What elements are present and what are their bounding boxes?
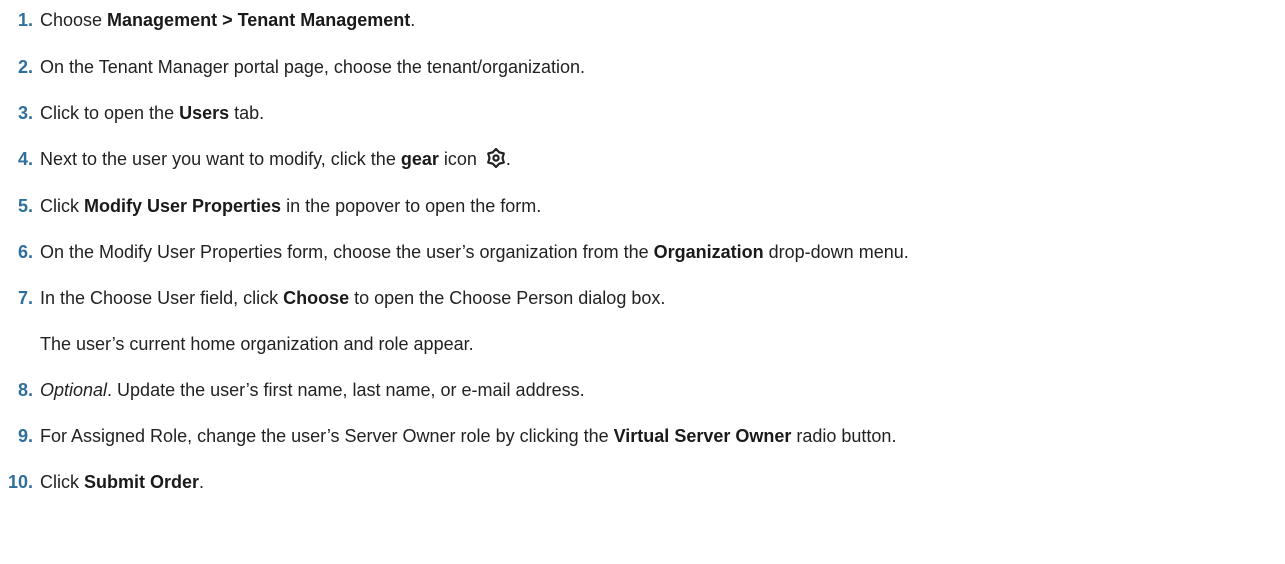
step-text: In the Choose User field, click Choose t… (40, 287, 665, 309)
step-text-fragment: Click (40, 472, 84, 492)
step-number: 2. (17, 57, 33, 77)
step-text-fragment: radio button. (791, 426, 897, 446)
step-text-fragment: to open the Choose Person dialog box. (349, 288, 666, 308)
step-text-fragment: Click to open the (40, 103, 180, 123)
step-emphasis: Modify User Properties (84, 196, 282, 216)
gear-icon (486, 147, 506, 173)
step-emphasis: gear (400, 149, 439, 169)
step-text-fragment: . Update the user’s first name, last nam… (107, 380, 585, 400)
step-text-fragment: . (410, 10, 416, 30)
step-emphasis: Submit Order (84, 472, 200, 492)
step-text-fragment: in the popover to open the form. (281, 196, 542, 216)
step-number: 1. (17, 10, 33, 30)
step-text: On the Modify User Properties form, choo… (40, 241, 909, 263)
step-note: The user’s current home organization and… (40, 334, 474, 354)
step-emphasis: Organization (653, 242, 764, 262)
step-text: Click Modify User Properties in the popo… (40, 195, 541, 217)
step-number: 3. (17, 103, 33, 123)
step-text-fragment: Choose (40, 10, 108, 30)
step-number: 9. (17, 426, 33, 446)
step-text-fragment: On the Tenant Manager portal page, choos… (40, 57, 586, 77)
step-text-fragment: icon (438, 149, 482, 169)
step-italic: Optional (40, 380, 108, 400)
step-text-fragment: On the Modify User Properties form, choo… (40, 242, 654, 262)
step-text: On the Tenant Manager portal page, choos… (40, 56, 585, 78)
step-number: 5. (17, 196, 33, 216)
step-number: 6. (17, 242, 33, 262)
step-number: 10. (7, 472, 33, 492)
step-number: 7. (17, 288, 33, 308)
step-text-fragment: For Assigned Role, change the user’s Ser… (40, 426, 614, 446)
step-text-fragment: Click (40, 196, 84, 216)
step-emphasis: Choose (283, 288, 350, 308)
step-emphasis: Virtual Server Owner (613, 426, 792, 446)
step-text-fragment: drop-down menu. (763, 242, 909, 262)
step-text-fragment: . (199, 472, 205, 492)
step-text: Next to the user you want to modify, cli… (40, 147, 511, 173)
step-text: Click Submit Order. (40, 471, 204, 493)
step-text-fragment: . (505, 149, 511, 169)
step-text: Optional. Update the user’s first name, … (40, 379, 585, 401)
procedure-steps: 1. Choose Management > Tenant Management.… (0, 0, 1285, 564)
step-emphasis: Users (179, 103, 230, 123)
step-text-fragment: In the Choose User field, click (40, 288, 284, 308)
step-number: 4. (17, 149, 33, 169)
step-emphasis: Management > Tenant Management (107, 10, 411, 30)
step-text: Click to open the Users tab. (40, 102, 264, 124)
step-number: 8. (17, 380, 33, 400)
step-text: For Assigned Role, change the user’s Ser… (40, 425, 896, 447)
step-text-fragment: Next to the user you want to modify, cli… (40, 149, 401, 169)
step-text-fragment: tab. (229, 103, 265, 123)
step-text: Choose Management > Tenant Management. (40, 9, 415, 31)
